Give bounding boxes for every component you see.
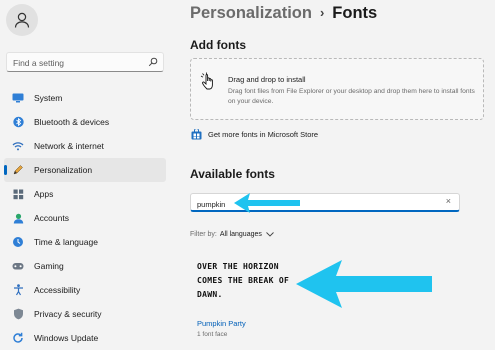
font-name-link[interactable]: Pumpkin Party [197, 319, 246, 328]
gamepad-icon [11, 259, 25, 273]
sidebar-item-windows-update[interactable]: Windows Update [4, 326, 166, 350]
breadcrumb: Personalization › Fonts [190, 4, 377, 23]
filter-value: All languages [219, 231, 262, 238]
sidebar-item-label: Apps [34, 189, 54, 199]
available-fonts-heading: Available fonts [190, 167, 275, 181]
font-search-box[interactable]: × [190, 193, 460, 212]
add-fonts-heading: Add fonts [190, 38, 246, 52]
sidebar-item-personalization[interactable]: Personalization [4, 158, 166, 182]
breadcrumb-parent[interactable]: Personalization [190, 4, 312, 22]
sidebar-item-time-language[interactable]: Time & language [4, 230, 166, 254]
accessibility-icon [11, 283, 25, 297]
microsoft-store-link[interactable]: Get more fonts in Microsoft Store [191, 129, 318, 140]
sidebar-item-label: Bluetooth & devices [34, 117, 110, 127]
sidebar-item-label: Accessibility [34, 285, 81, 295]
annotation-arrow-preview [296, 260, 432, 308]
breadcrumb-separator: › [319, 5, 325, 20]
sidebar-item-system[interactable]: System [4, 86, 166, 110]
sidebar-item-label: Gaming [34, 261, 64, 271]
user-icon [14, 12, 30, 28]
sidebar-item-accessibility[interactable]: Accessibility [4, 278, 166, 302]
globe-clock-icon [11, 235, 25, 249]
sidebar-item-label: Privacy & security [34, 309, 102, 319]
dropzone-description: Drag font files from File Explorer or yo… [228, 88, 475, 105]
chevron-down-icon [266, 232, 274, 237]
dropzone-title: Drag and drop to install [228, 75, 306, 84]
apps-icon [11, 187, 25, 201]
update-icon [11, 331, 25, 345]
font-face-count: 1 font face [197, 331, 228, 338]
annotation-arrow-search [234, 193, 300, 213]
avatar[interactable] [6, 4, 38, 36]
sidebar: System Bluetooth & devices Network & int… [0, 0, 170, 345]
sidebar-item-label: Personalization [34, 165, 93, 175]
sidebar-item-apps[interactable]: Apps [4, 182, 166, 206]
monitor-icon [11, 91, 25, 105]
sidebar-item-label: Accounts [34, 213, 69, 223]
sidebar-item-privacy-security[interactable]: Privacy & security [4, 302, 166, 326]
sidebar-item-label: Network & internet [34, 141, 104, 151]
clear-search-icon[interactable]: × [446, 196, 451, 206]
store-link-label: Get more fonts in Microsoft Store [208, 130, 319, 139]
sidebar-item-bluetooth[interactable]: Bluetooth & devices [4, 110, 166, 134]
settings-search-input[interactable] [7, 54, 143, 72]
filter-label: Filter by: [190, 231, 217, 238]
shield-icon [11, 307, 25, 321]
search-icon[interactable] [148, 57, 158, 67]
sidebar-item-gaming[interactable]: Gaming [4, 254, 166, 278]
store-icon [191, 129, 202, 140]
page-title: Fonts [332, 4, 378, 22]
sidebar-item-label: System [34, 93, 63, 103]
pen-icon [11, 163, 25, 177]
hand-cursor-icon [200, 72, 213, 90]
sidebar-item-label: Time & language [34, 237, 98, 247]
font-preview-text[interactable]: Over the horizon comes the break of dawn… [197, 260, 307, 302]
wifi-icon [11, 139, 25, 153]
account-icon [11, 211, 25, 225]
sidebar-item-network[interactable]: Network & internet [4, 134, 166, 158]
sidebar-nav: System Bluetooth & devices Network & int… [0, 86, 166, 350]
sidebar-item-label: Windows Update [34, 333, 99, 343]
font-search-input[interactable] [191, 197, 437, 212]
sidebar-item-accounts[interactable]: Accounts [4, 206, 166, 230]
language-filter[interactable]: Filter by: All languages [190, 231, 274, 238]
settings-search-box[interactable] [6, 52, 164, 72]
font-dropzone[interactable]: Drag and drop to install Drag font files… [190, 58, 484, 120]
bluetooth-icon [11, 115, 25, 129]
